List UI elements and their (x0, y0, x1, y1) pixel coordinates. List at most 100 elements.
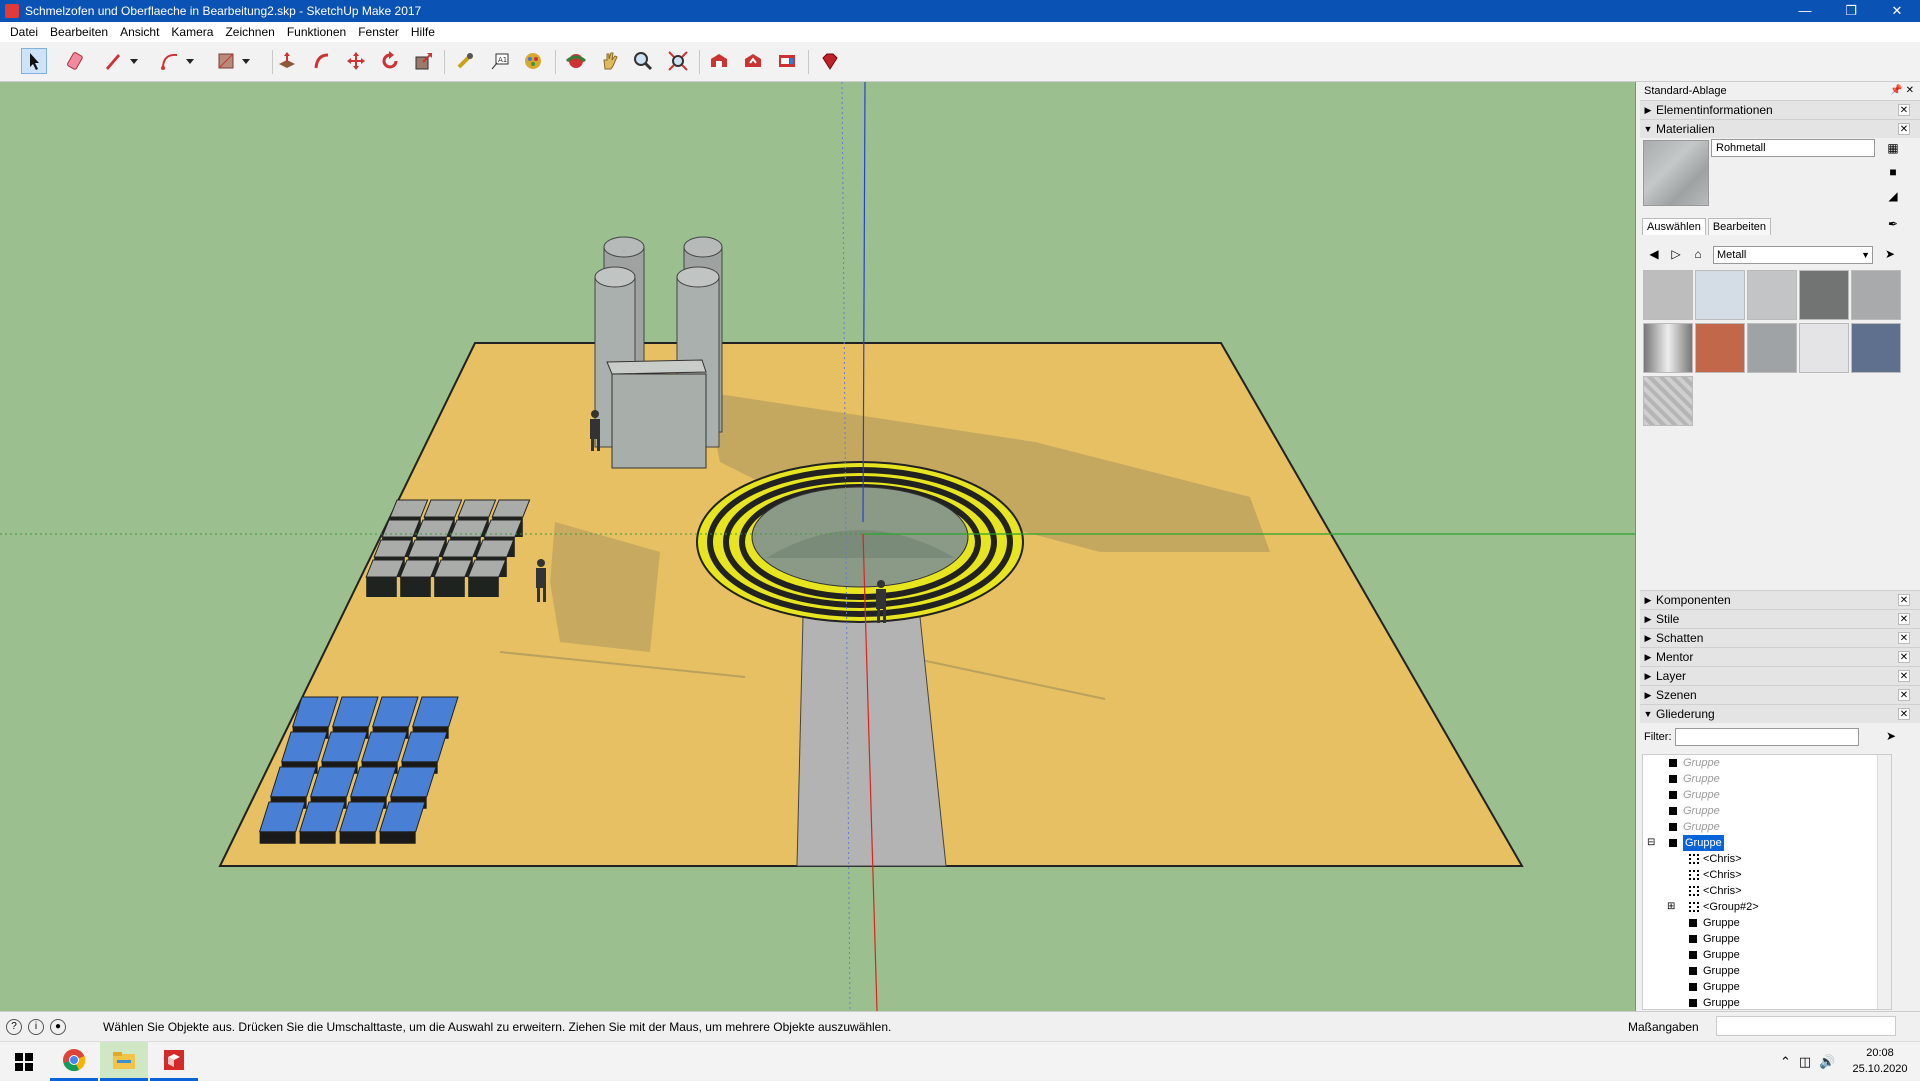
scale-icon[interactable] (411, 48, 437, 74)
sample-paint-icon[interactable]: ◢ (1885, 188, 1901, 204)
eyedropper-icon[interactable]: ✒ (1885, 216, 1901, 232)
tile[interactable] (373, 539, 413, 558)
close-panel-icon[interactable]: ✕ (1898, 104, 1910, 116)
tile[interactable] (433, 559, 473, 578)
pencil-dropdown-icon[interactable] (127, 48, 141, 74)
tape-measure-icon[interactable] (452, 48, 478, 74)
forward-arrow-icon[interactable]: ▷ (1668, 246, 1684, 262)
outliner-row[interactable]: ⊞ <Group#2> (1643, 899, 1891, 915)
tile[interactable] (365, 559, 405, 578)
arc-dropdown-icon[interactable] (183, 48, 197, 74)
chrome-icon[interactable] (50, 1042, 98, 1081)
furnace-ring[interactable] (696, 461, 1024, 623)
tile[interactable] (457, 499, 497, 518)
close-panel-icon[interactable]: ✕ (1898, 594, 1910, 606)
material-swatch[interactable] (1643, 323, 1693, 373)
tile[interactable] (423, 499, 463, 518)
default-material-icon[interactable]: ■ (1885, 164, 1901, 180)
zoom-icon[interactable] (630, 48, 656, 74)
sketchup-icon[interactable] (150, 1042, 198, 1081)
close-panel-icon[interactable]: ✕ (1898, 689, 1910, 701)
outliner-row[interactable]: Gruppe (1643, 979, 1891, 995)
warehouse-icon[interactable] (706, 48, 732, 74)
menu-bearbeiten[interactable]: Bearbeiten (44, 25, 114, 39)
minimize-icon[interactable]: — (1782, 0, 1828, 22)
material-swatch[interactable] (1851, 270, 1901, 320)
menu-zeichnen[interactable]: Zeichnen (219, 25, 280, 39)
tile[interactable] (407, 539, 447, 558)
rectangle-dropdown-icon[interactable] (239, 48, 253, 74)
create-material-icon[interactable]: ▦ (1885, 140, 1901, 156)
restore-icon[interactable]: ❐ (1828, 0, 1874, 22)
outliner-row[interactable]: Gruppe (1643, 915, 1891, 931)
share-model-icon[interactable] (740, 48, 766, 74)
orbit-icon[interactable] (563, 48, 589, 74)
outliner-row[interactable]: Gruppe (1643, 995, 1891, 1009)
paint-bucket-icon[interactable] (520, 48, 546, 74)
volume-icon[interactable]: 🔊 (1819, 1054, 1835, 1070)
expand-toggle-icon[interactable]: ⊞ (1667, 899, 1675, 915)
text-icon[interactable]: A1 (487, 48, 513, 74)
material-swatch[interactable] (1851, 323, 1901, 373)
select-icon[interactable] (21, 48, 47, 74)
material-swatch[interactable] (1747, 270, 1797, 320)
ruby-icon[interactable] (817, 48, 843, 74)
material-swatch[interactable] (1799, 270, 1849, 320)
panel-szenen[interactable]: ▶ Szenen ✕ (1640, 685, 1920, 704)
credits-icon[interactable]: i (28, 1018, 44, 1035)
material-swatch[interactable] (1695, 323, 1745, 373)
material-preview[interactable] (1643, 140, 1709, 206)
outliner-details-arrow-icon[interactable]: ➤ (1883, 728, 1899, 744)
move-icon[interactable] (343, 48, 369, 74)
extension-warehouse-icon[interactable] (774, 48, 800, 74)
tile[interactable] (491, 499, 531, 518)
outliner-row[interactable]: <Chris> (1643, 867, 1891, 883)
push-pull-icon[interactable] (274, 48, 300, 74)
menu-kamera[interactable]: Kamera (165, 25, 219, 39)
outliner-tree[interactable]: Gruppe Gruppe Gruppe Gruppe Gruppe ⊟ Gruppe <Ch… (1642, 754, 1892, 1010)
outliner-row[interactable]: Gruppe (1643, 819, 1891, 835)
panel-schatten[interactable]: ▶ Schatten ✕ (1640, 628, 1920, 647)
tile[interactable] (389, 499, 429, 518)
material-swatch[interactable] (1799, 323, 1849, 373)
close-panel-icon[interactable]: ✕ (1898, 613, 1910, 625)
user-account-icon[interactable]: ● (50, 1018, 66, 1035)
material-library-select[interactable]: Metall ▼ (1713, 246, 1873, 264)
windows-start-icon[interactable] (0, 1042, 48, 1081)
menu-fenster[interactable]: Fenster (352, 25, 405, 39)
panel-komponenten[interactable]: ▶ Komponenten ✕ (1640, 590, 1920, 609)
outliner-row[interactable]: Gruppe (1643, 947, 1891, 963)
outliner-row[interactable]: <Chris> (1643, 883, 1891, 899)
drawing-viewport[interactable] (0, 82, 1636, 1011)
panel-layer[interactable]: ▶ Layer ✕ (1640, 666, 1920, 685)
outliner-row[interactable]: Gruppe (1643, 755, 1891, 771)
material-name-field[interactable]: Rohmetall (1711, 139, 1875, 157)
close-panel-icon[interactable]: ✕ (1898, 651, 1910, 663)
tile[interactable] (475, 539, 515, 558)
eraser-icon[interactable] (63, 48, 89, 74)
arc-icon[interactable] (157, 48, 183, 74)
tile[interactable] (467, 559, 507, 578)
outliner-row[interactable]: Gruppe (1643, 963, 1891, 979)
panel-materials[interactable]: ▼ Materialien ✕ (1640, 119, 1920, 138)
geo-location-icon[interactable]: ? (6, 1018, 22, 1035)
outliner-row[interactable]: Gruppe (1643, 931, 1891, 947)
file-explorer-icon[interactable] (100, 1042, 148, 1081)
rectangle-icon[interactable] (213, 48, 239, 74)
outliner-row[interactable]: <Chris> (1643, 851, 1891, 867)
back-arrow-icon[interactable]: ◀ (1646, 246, 1662, 262)
measurements-input[interactable] (1716, 1016, 1896, 1036)
tray-pin-close-icons[interactable]: 📌 ✕ (1890, 82, 1920, 100)
tab-bearbeiten[interactable]: Bearbeiten (1707, 218, 1772, 235)
outliner-row[interactable]: Gruppe (1643, 771, 1891, 787)
outliner-row[interactable]: ⊟ Gruppe (1643, 835, 1891, 851)
building-block[interactable] (606, 359, 707, 469)
panel-mentor[interactable]: ▶ Mentor ✕ (1640, 647, 1920, 666)
pan-icon[interactable] (597, 48, 623, 74)
close-panel-icon[interactable]: ✕ (1898, 632, 1910, 644)
menu-ansicht[interactable]: Ansicht (114, 25, 165, 39)
tile[interactable] (399, 559, 439, 578)
collapse-toggle-icon[interactable]: ⊟ (1647, 835, 1655, 851)
home-icon[interactable]: ⌂ (1690, 246, 1706, 262)
panel-entity-info[interactable]: ▶ Elementinformationen ✕ (1640, 100, 1920, 119)
